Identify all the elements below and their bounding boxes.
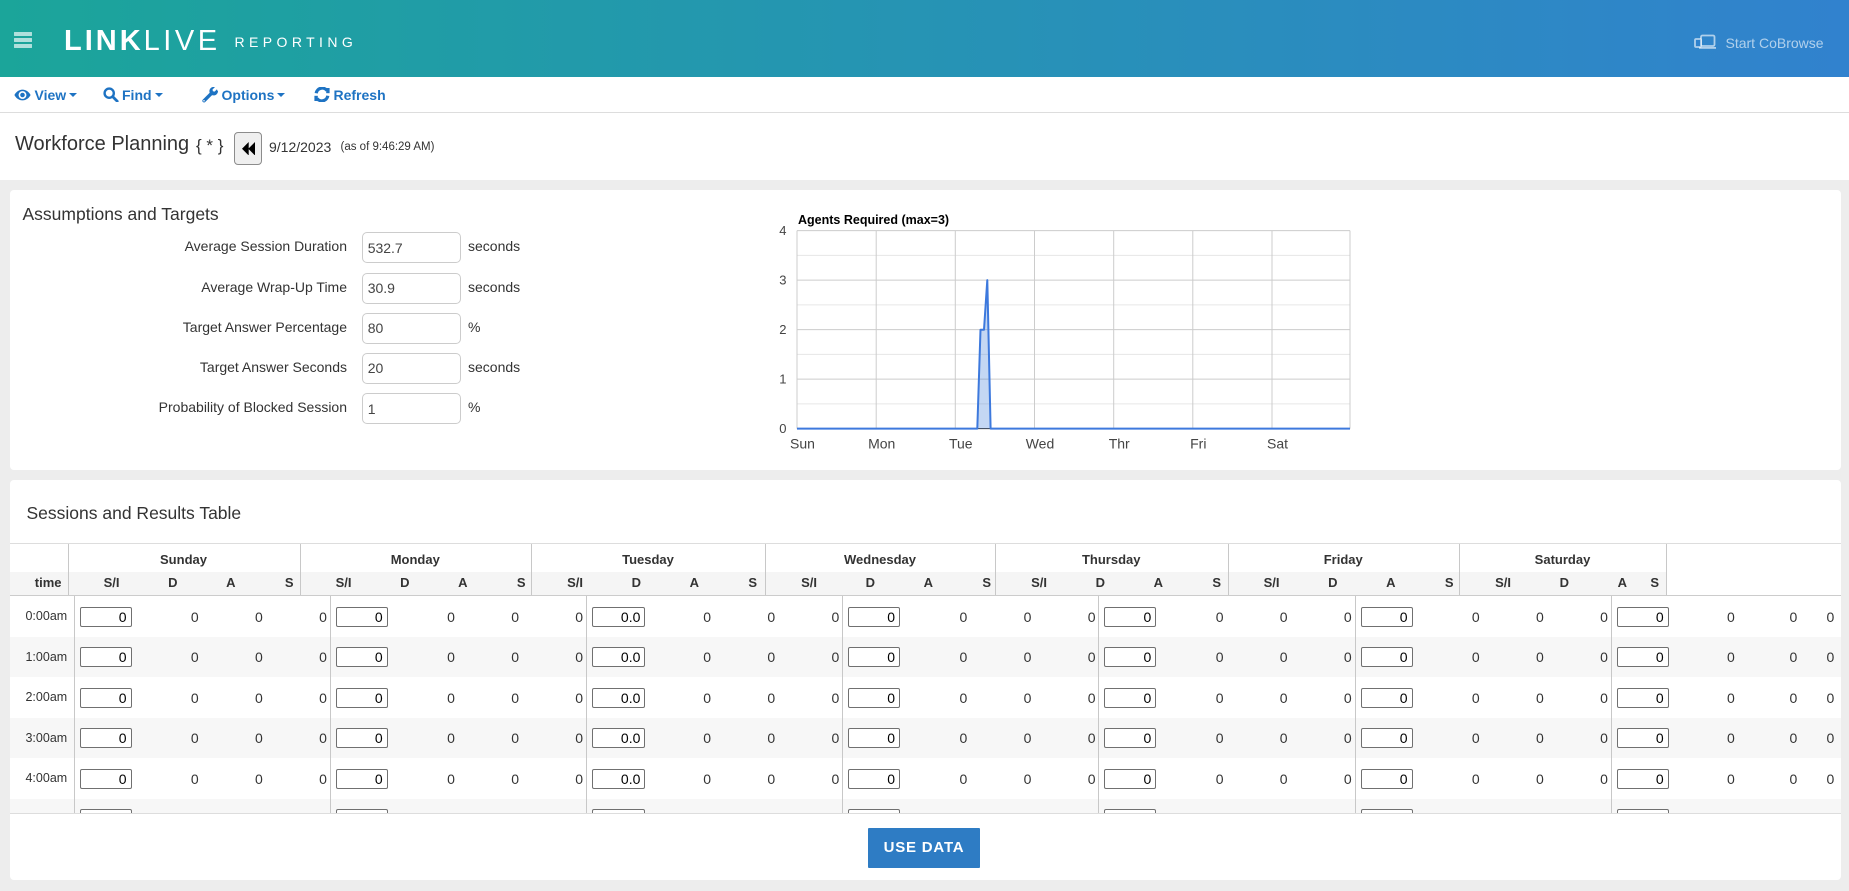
svg-text:4: 4	[779, 223, 786, 238]
svg-text:Mon: Mon	[868, 436, 895, 452]
svg-text:3: 3	[779, 273, 786, 288]
svg-text:Agents Required (max=3): Agents Required (max=3)	[798, 213, 949, 227]
svg-text:Sun: Sun	[790, 436, 815, 452]
svg-text:2: 2	[779, 322, 786, 337]
svg-text:0: 0	[779, 421, 786, 436]
svg-text:Wed: Wed	[1026, 436, 1055, 452]
svg-text:Tue: Tue	[949, 436, 973, 452]
svg-text:Thr: Thr	[1109, 436, 1130, 452]
svg-text:Fri: Fri	[1190, 436, 1206, 452]
svg-text:Sat: Sat	[1267, 436, 1288, 452]
svg-text:1: 1	[779, 372, 786, 387]
